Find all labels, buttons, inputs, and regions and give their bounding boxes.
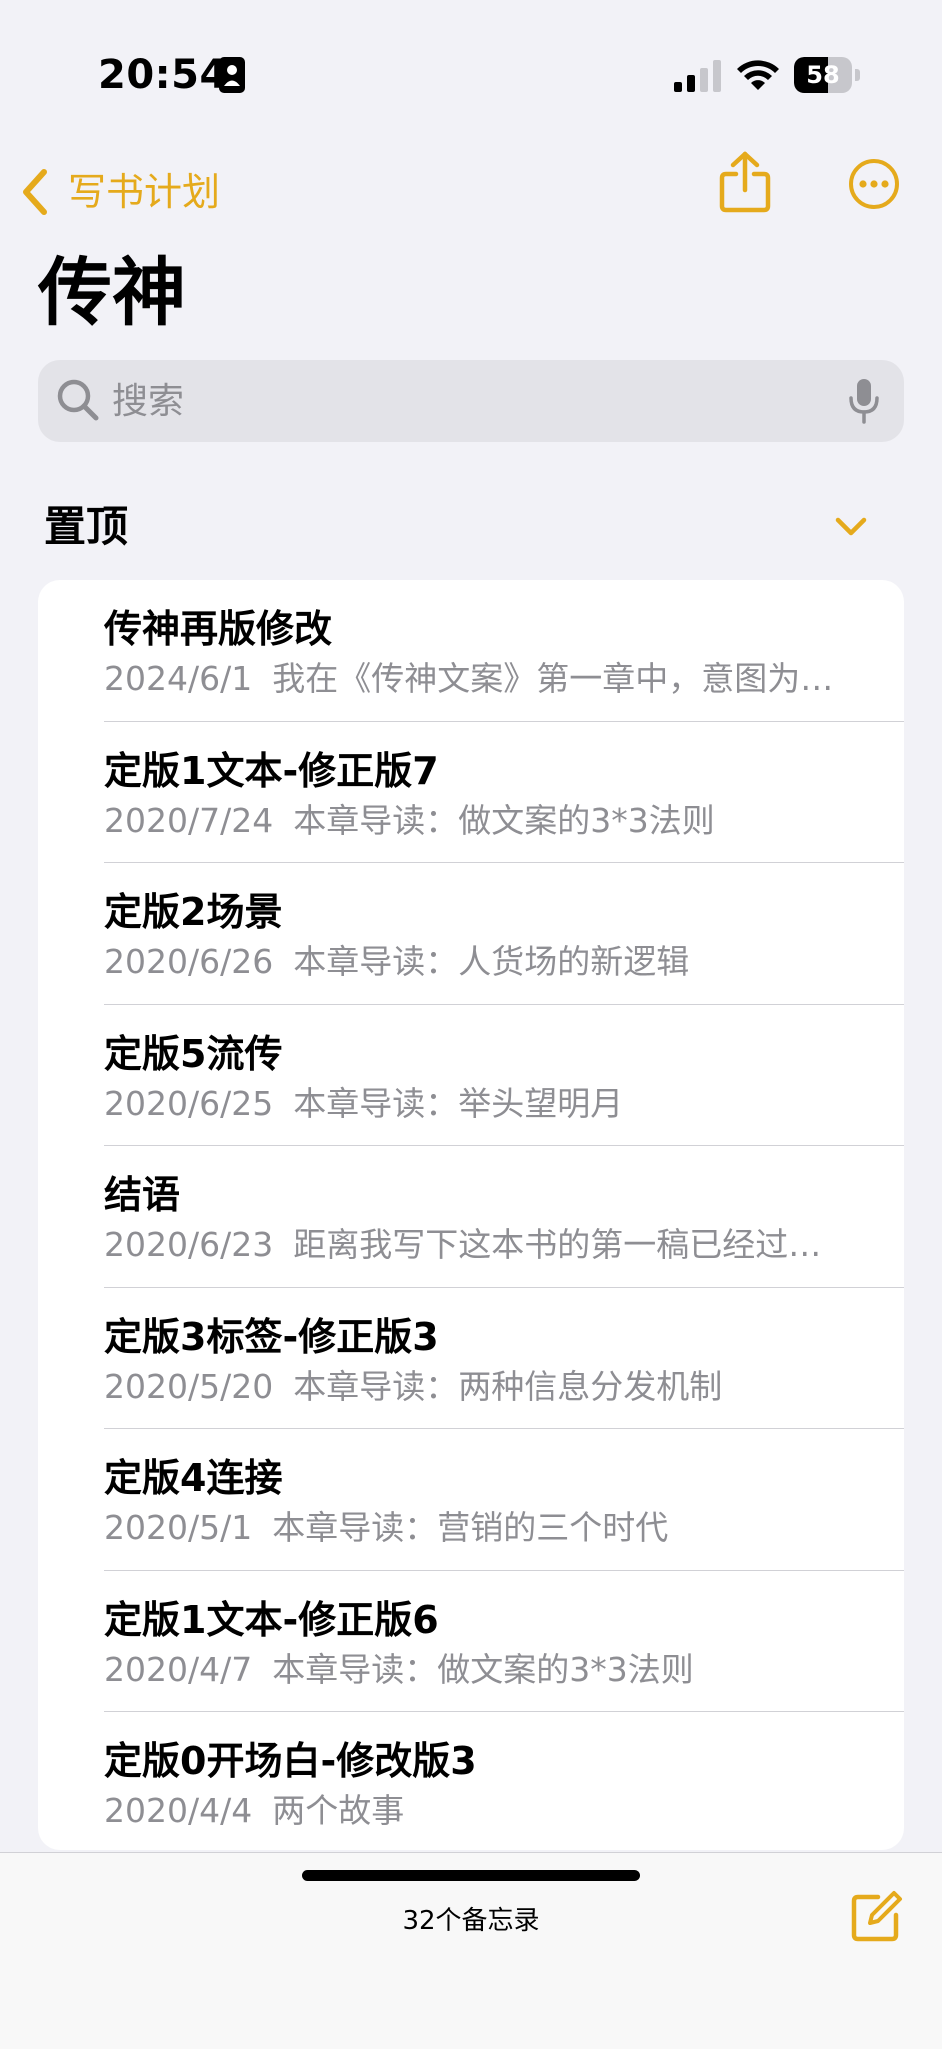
- note-row[interactable]: 传神再版修改 2024/6/1 我在《传神文案》第一章中，意图为…: [38, 580, 904, 722]
- share-icon[interactable]: [718, 150, 772, 214]
- person-badge-icon: [219, 57, 245, 93]
- note-date: 2020/5/20: [104, 1366, 274, 1406]
- note-row[interactable]: 定版5流传 2020/6/25 本章导读：举头望明月: [38, 1005, 904, 1146]
- back-label: 写书计划: [68, 170, 221, 214]
- note-preview: 本章导读：人货场的新逻辑: [293, 942, 690, 981]
- note-row[interactable]: 结语 2020/6/23 距离我写下这本书的第一稿已经过…: [38, 1146, 904, 1288]
- note-date: 2020/6/26: [104, 942, 274, 981]
- note-title: 定版1文本-修正版7: [104, 748, 439, 793]
- note-date: 2020/5/1: [104, 1508, 253, 1547]
- note-preview: 距离我写下这本书的第一稿已经过…: [293, 1225, 822, 1264]
- note-date: 2020/4/4: [104, 1791, 253, 1830]
- battery-level: 58: [806, 61, 840, 89]
- note-title: 结语: [104, 1173, 181, 1217]
- note-row[interactable]: 定版1文本-修正版6 2020/4/7 本章导读：做文案的3*3法则: [38, 1571, 904, 1712]
- note-count: 32个备忘录: [402, 1906, 540, 1936]
- cellular-signal-icon: [674, 60, 721, 92]
- chevron-down-icon[interactable]: [834, 515, 868, 539]
- ellipsis-circle-icon[interactable]: [848, 158, 900, 210]
- note-preview: 本章导读：做文案的3*3法则: [293, 800, 715, 840]
- wifi-icon: [737, 60, 779, 90]
- note-subtitle: 2020/6/25 本章导读：举头望明月: [104, 1083, 884, 1125]
- note-subtitle: 2020/6/26 本章导读：人货场的新逻辑: [104, 941, 884, 983]
- bottom-toolbar: 32个备忘录: [0, 1852, 942, 2049]
- note-subtitle: 2020/5/1 本章导读：营销的三个时代: [104, 1507, 884, 1549]
- note-row[interactable]: 定版0开场白-修改版3 2020/4/4 两个故事: [38, 1712, 904, 1850]
- back-button[interactable]: 写书计划: [18, 160, 220, 224]
- status-bar: 20:54 58: [0, 0, 942, 150]
- note-preview: 我在《传神文案》第一章中，意图为…: [272, 659, 834, 698]
- note-title: 定版2场景: [104, 890, 283, 934]
- compose-icon[interactable]: [848, 1889, 904, 1945]
- note-preview: 本章导读：两种信息分发机制: [293, 1366, 723, 1406]
- home-indicator: [302, 1870, 640, 1881]
- note-subtitle: 2020/5/20 本章导读：两种信息分发机制: [104, 1366, 884, 1408]
- search-input[interactable]: [112, 360, 812, 442]
- note-subtitle: 2024/6/1 我在《传神文案》第一章中，意图为…: [104, 658, 884, 700]
- note-preview: 本章导读：营销的三个时代: [272, 1508, 669, 1547]
- notes-list: 传神再版修改 2024/6/1 我在《传神文案》第一章中，意图为… 定版1文本-修正版…: [38, 580, 904, 1850]
- section-title: 置顶: [44, 502, 129, 551]
- note-title: 定版3标签-修正版3: [104, 1314, 439, 1359]
- note-preview: 本章导读：举头望明月: [293, 1083, 624, 1123]
- search-bar[interactable]: [38, 360, 904, 442]
- note-date: 2020/7/24: [104, 800, 274, 840]
- note-row[interactable]: 定版4连接 2020/5/1 本章导读：营销的三个时代: [38, 1429, 904, 1571]
- page-title: 传神: [38, 250, 186, 336]
- battery-indicator: 58: [794, 57, 860, 93]
- magnifier-icon: [57, 379, 99, 421]
- note-title: 定版5流传: [104, 1031, 283, 1076]
- status-time: 20:54: [98, 52, 228, 98]
- note-row[interactable]: 定版3标签-修正版3 2020/5/20 本章导读：两种信息分发机制: [38, 1288, 904, 1429]
- note-preview: 本章导读：做文案的3*3法则: [272, 1649, 694, 1689]
- note-title: 定版4连接: [104, 1456, 283, 1500]
- note-date: 2020/6/23: [104, 1225, 274, 1264]
- nav-bar: 写书计划: [0, 150, 942, 240]
- note-date: 2020/6/25: [104, 1083, 274, 1123]
- note-date: 2020/4/7: [104, 1649, 253, 1689]
- note-preview: 两个故事: [272, 1791, 405, 1830]
- chevron-left-icon: [23, 169, 47, 215]
- note-row[interactable]: 定版2场景 2020/6/26 本章导读：人货场的新逻辑: [38, 863, 904, 1005]
- note-title: 定版0开场白-修改版3: [104, 1739, 477, 1783]
- note-row[interactable]: 定版1文本-修正版7 2020/7/24 本章导读：做文案的3*3法则: [38, 722, 904, 863]
- note-title: 传神再版修改: [104, 607, 333, 651]
- note-subtitle: 2020/6/23 距离我写下这本书的第一稿已经过…: [104, 1224, 884, 1266]
- note-subtitle: 2020/7/24 本章导读：做文案的3*3法则: [104, 800, 884, 842]
- note-subtitle: 2020/4/4 两个故事: [104, 1790, 884, 1832]
- pinned-section-header[interactable]: 置顶: [44, 495, 874, 559]
- note-date: 2024/6/1: [104, 659, 253, 698]
- note-subtitle: 2020/4/7 本章导读：做文案的3*3法则: [104, 1649, 884, 1691]
- mic-icon[interactable]: [848, 378, 880, 424]
- note-title: 定版1文本-修正版6: [104, 1597, 439, 1642]
